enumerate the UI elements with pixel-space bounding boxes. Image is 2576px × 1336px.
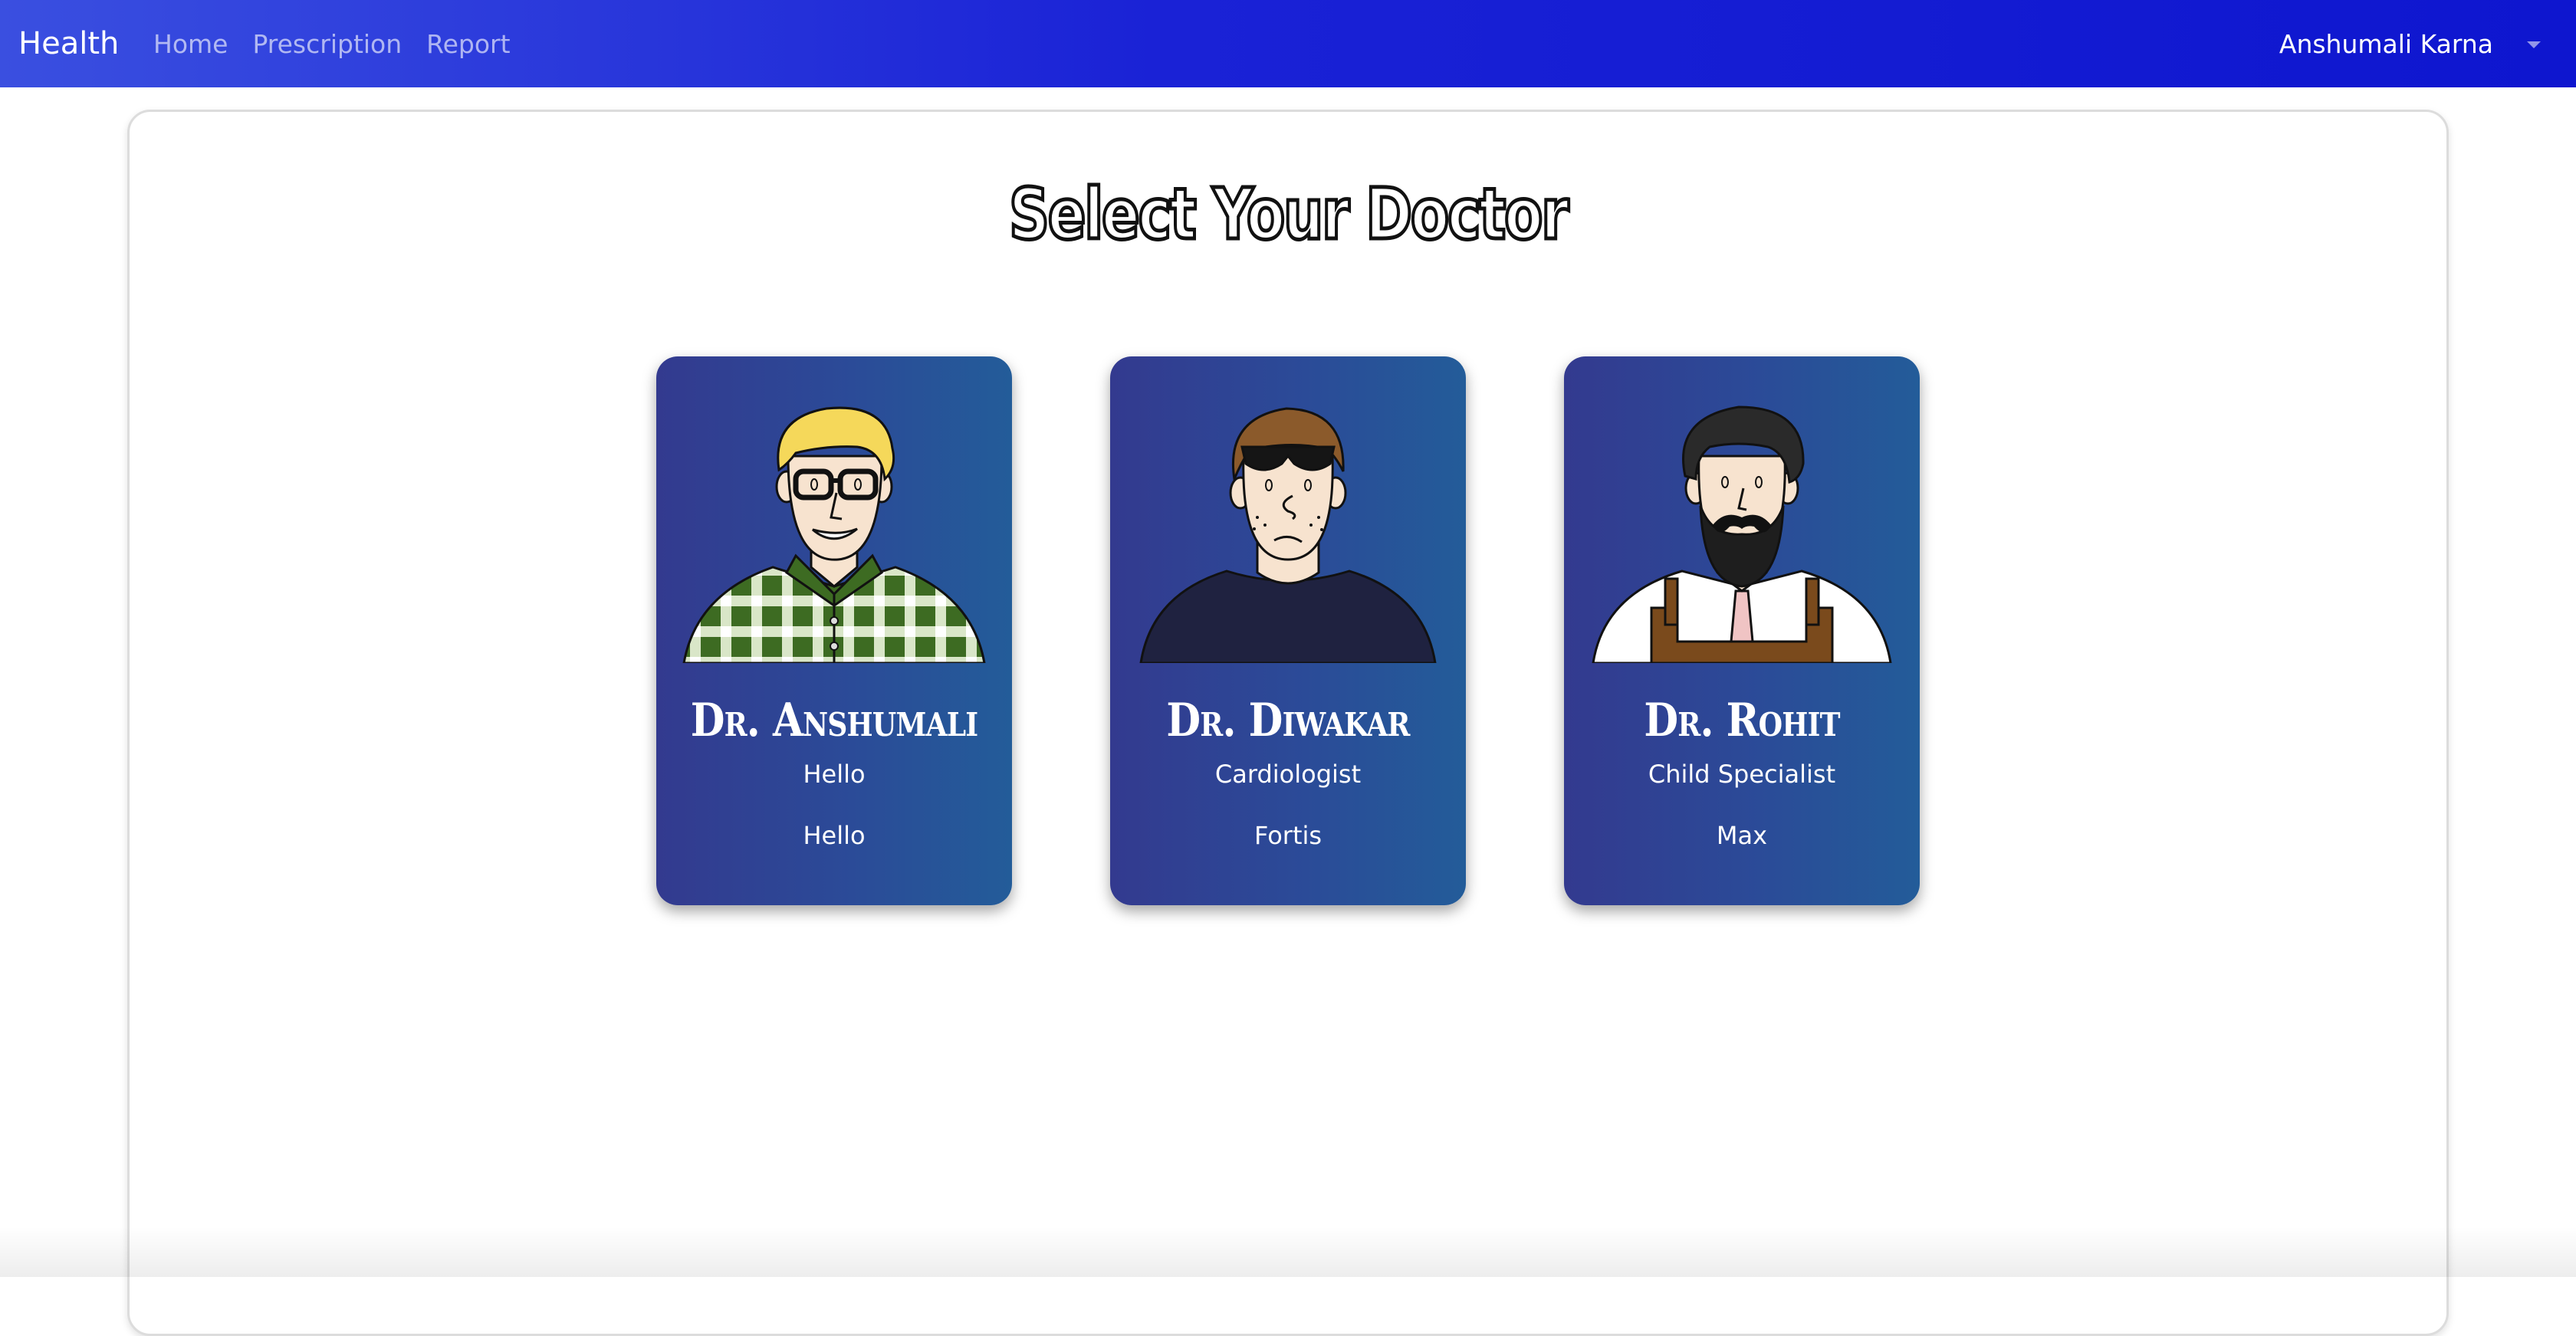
doctor-specialty: Child Specialist [1648, 760, 1836, 789]
doctor-hospital: Fortis [1254, 821, 1322, 850]
brand-link[interactable]: Health [18, 0, 119, 87]
page-title: Select Your Doctor [1007, 172, 1570, 258]
doctor-name: Dr. Anshumali [690, 694, 978, 747]
top-navbar: Health Home Prescription Report Anshumal… [0, 0, 2576, 87]
sunglasses-tshirt-avatar-icon [1139, 407, 1437, 663]
bearded-apron-avatar-icon [1592, 405, 1892, 663]
nav-link-report[interactable]: Report [426, 29, 510, 59]
nav-link-home[interactable]: Home [153, 29, 228, 59]
nav-links: Home Prescription Report [153, 0, 511, 87]
nav-link-prescription[interactable]: Prescription [252, 29, 402, 59]
doctor-hospital: Max [1716, 821, 1768, 850]
user-name: Anshumali Karna [2279, 28, 2493, 59]
user-menu-dropdown[interactable]: Anshumali Karna [2279, 0, 2541, 87]
doctor-name: Dr. Diwakar [1166, 694, 1410, 747]
doctor-card-diwakar[interactable]: Dr. Diwakar Cardiologist Fortis [1110, 356, 1466, 905]
doctor-specialty: Hello [803, 760, 866, 789]
chevron-down-icon [2527, 41, 2541, 48]
doctor-name: Dr. Rohit [1644, 694, 1840, 747]
blond-glasses-plaid-avatar-icon [682, 406, 986, 663]
doctor-card-rohit[interactable]: Dr. Rohit Child Specialist Max [1564, 356, 1920, 905]
doctor-hospital: Hello [803, 821, 866, 850]
doctor-specialty: Cardiologist [1214, 760, 1362, 789]
doctor-card-anshumali[interactable]: Dr. Anshumali Hello Hello [656, 356, 1012, 905]
